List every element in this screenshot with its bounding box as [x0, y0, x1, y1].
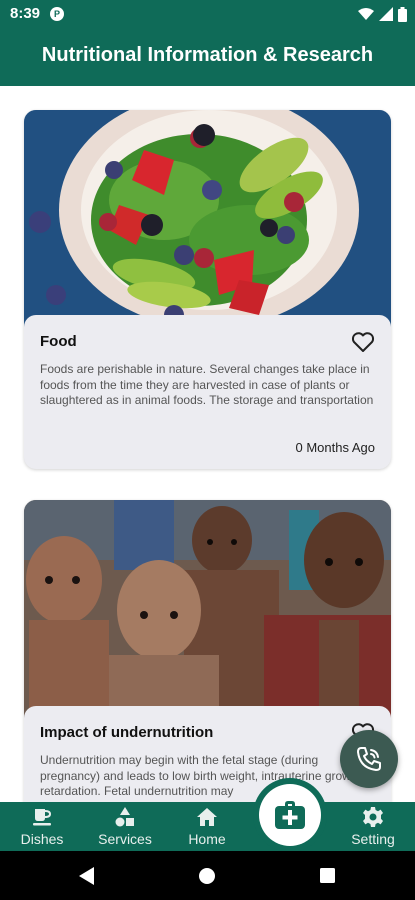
- medical-kit-button[interactable]: [259, 784, 321, 846]
- home-circle-icon[interactable]: [199, 868, 215, 884]
- article-card-food[interactable]: Food Foods are perishable in nature. Sev…: [24, 110, 391, 469]
- status-bar: 8:39 P: [0, 0, 415, 28]
- malnourished-children-photo: [24, 500, 391, 725]
- phone-call-icon: [357, 747, 381, 771]
- home-icon: [197, 808, 217, 826]
- salad-photo: [24, 110, 391, 335]
- page-title: Nutritional Information & Research: [41, 44, 374, 66]
- app-notification-icon: P: [50, 7, 64, 21]
- nav-label: Setting: [351, 831, 395, 847]
- medical-kit-icon: [275, 801, 305, 829]
- nav-label: Home: [188, 831, 226, 847]
- article-card-body: Food Foods are perishable in nature. Sev…: [24, 315, 391, 469]
- signal-icon: [379, 7, 393, 21]
- status-icons: [358, 5, 407, 23]
- nav-item-dishes[interactable]: Dishes: [7, 806, 77, 847]
- app-bar: Nutritional Information & Research: [0, 28, 415, 86]
- nav-label: Services: [98, 831, 152, 847]
- recents-icon[interactable]: [320, 868, 335, 883]
- article-card-body: Impact of undernutrition Undernutrition …: [24, 706, 391, 802]
- back-icon[interactable]: [79, 867, 95, 885]
- battery-icon: [398, 6, 407, 22]
- nav-item-setting[interactable]: Setting: [338, 806, 408, 847]
- bottom-navigation: Dishes Services Home Setting: [0, 802, 415, 851]
- heart-outline-icon[interactable]: [351, 331, 375, 353]
- article-description: Foods are perishable in nature. Several …: [40, 362, 374, 407]
- nav-item-services[interactable]: Services: [90, 806, 160, 847]
- call-button[interactable]: [340, 730, 398, 788]
- article-title: Food: [40, 333, 77, 350]
- article-title: Impact of undernutrition: [40, 724, 214, 741]
- article-card-undernutrition[interactable]: Impact of undernutrition Undernutrition …: [24, 500, 391, 802]
- gear-icon: [363, 807, 383, 827]
- system-navigation-bar: [0, 851, 415, 900]
- nav-item-home[interactable]: Home: [172, 806, 242, 847]
- dishes-icon: [33, 809, 52, 826]
- status-time: 8:39: [10, 5, 41, 22]
- nav-label: Dishes: [20, 831, 64, 847]
- services-icon: [115, 807, 134, 827]
- article-date: 0 Months Ago: [295, 440, 376, 455]
- wifi-icon: [358, 8, 374, 20]
- article-list[interactable]: Food Foods are perishable in nature. Sev…: [0, 86, 415, 802]
- article-description: Undernutrition may begin with the fetal …: [40, 753, 361, 798]
